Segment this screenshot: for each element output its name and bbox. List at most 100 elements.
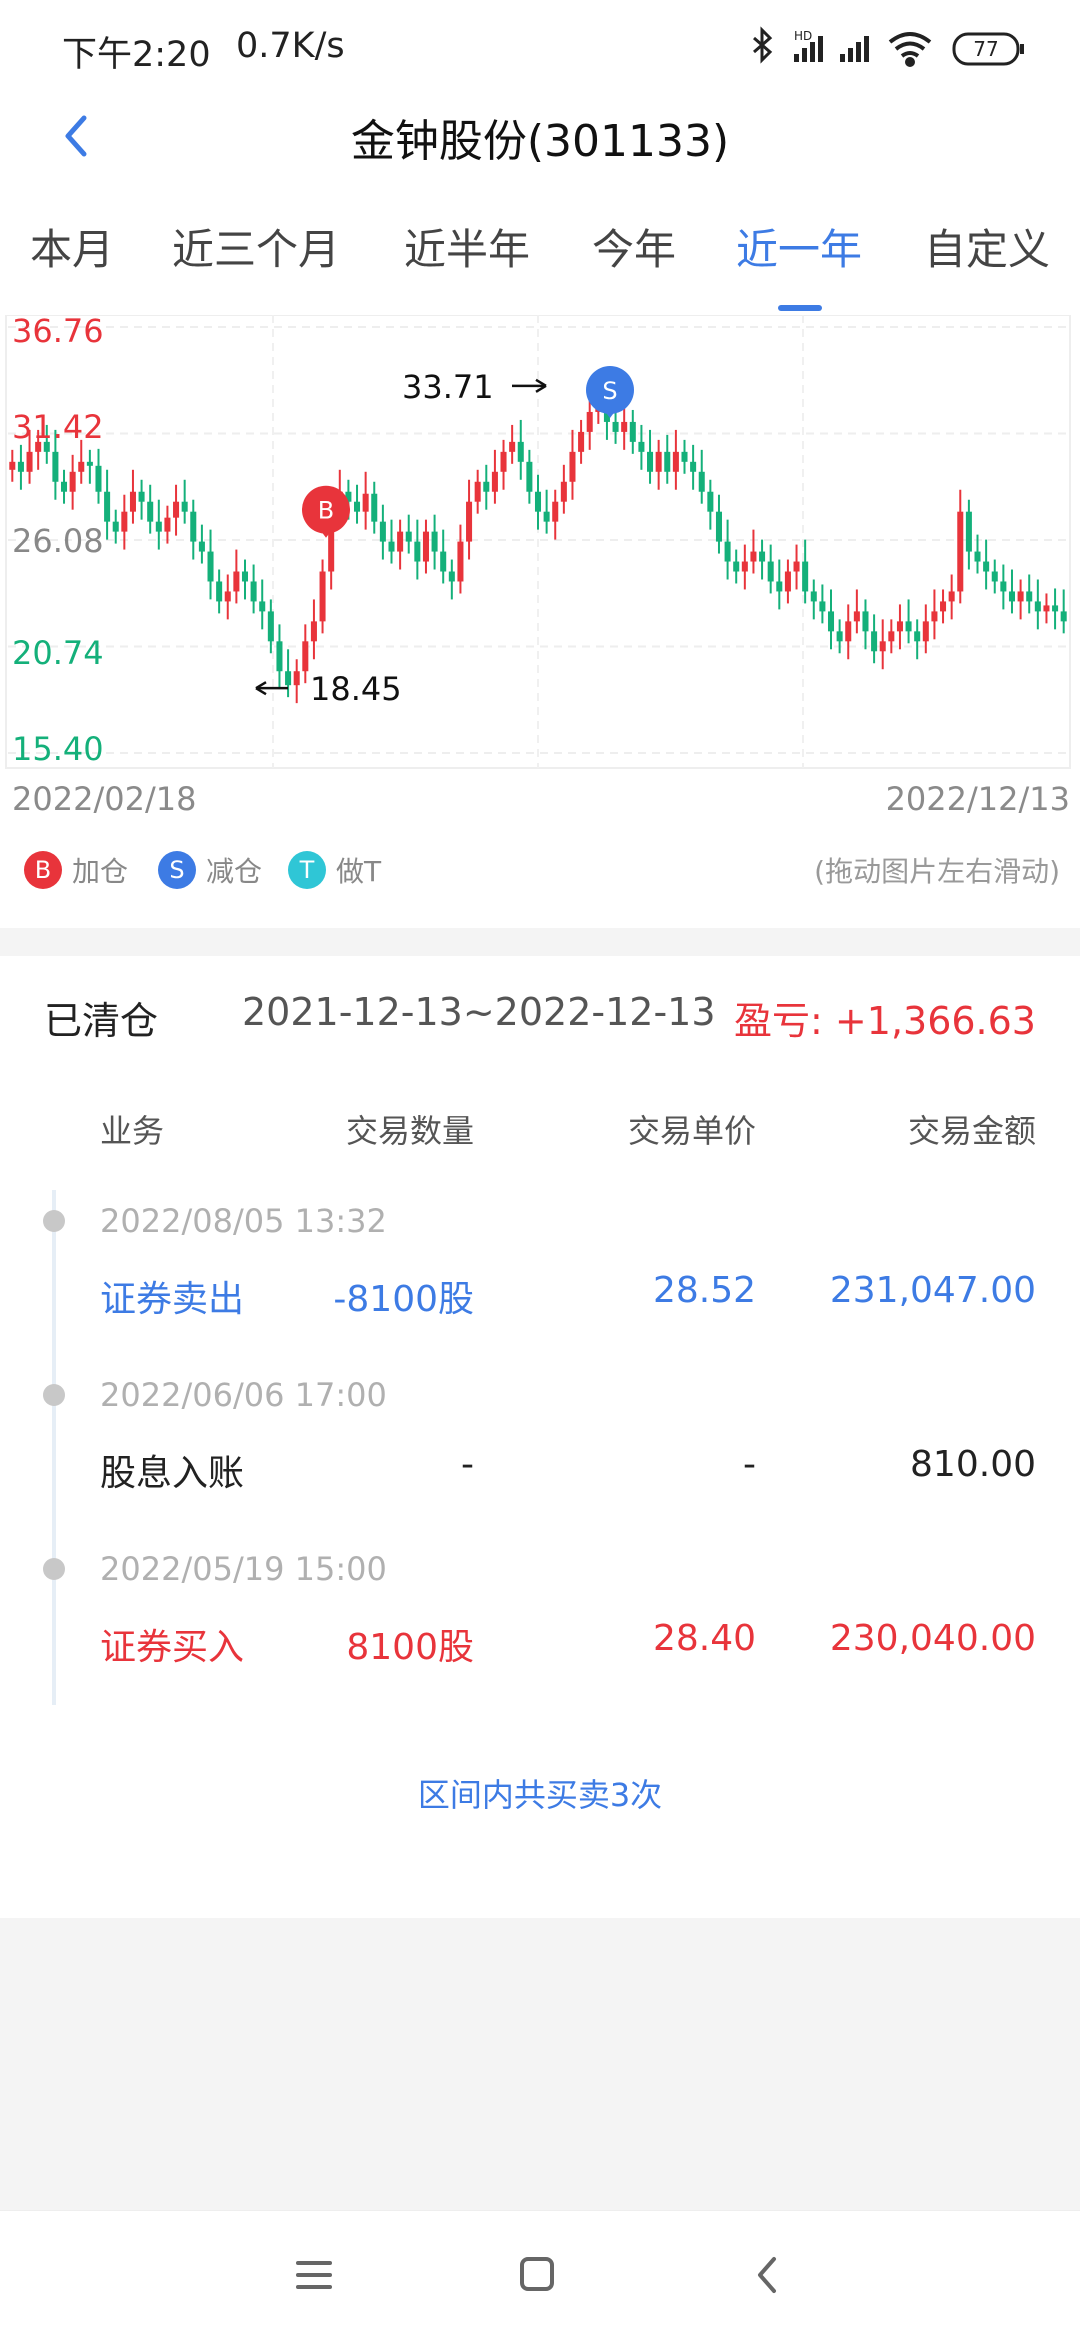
candle-body: [474, 481, 481, 502]
tab-this-year[interactable]: 今年: [592, 210, 676, 310]
candle-body: [466, 501, 473, 542]
candle-body: [78, 461, 85, 472]
candle-body: [276, 641, 283, 672]
battery-icon: 77: [952, 32, 1024, 66]
chart-start-date: 2022/02/18: [12, 780, 197, 818]
candle-body: [1034, 601, 1041, 612]
trade-amount: 231,047.00: [829, 1270, 1036, 1311]
candle-body: [310, 621, 317, 642]
candle-body: [1026, 591, 1033, 602]
candle-body: [1000, 581, 1007, 592]
col-header-quantity: 交易数量: [345, 1112, 474, 1150]
candle-body: [879, 641, 886, 652]
candle-body: [112, 521, 119, 532]
system-nav-bar: [0, 2210, 1080, 2341]
chart-end-date: 2022/12/13: [885, 780, 1070, 818]
candle-body: [224, 591, 231, 602]
legend-label: 做T: [336, 855, 382, 888]
signal-hd-icon: HD: [794, 29, 823, 62]
candle-body: [655, 451, 662, 472]
legend-label: 减仓: [206, 855, 263, 888]
candle-body: [638, 441, 645, 452]
price-chart[interactable]: 33.71 18.45 B S: [0, 314, 1080, 785]
buy-marker[interactable]: B: [302, 485, 350, 538]
candle-body: [810, 591, 817, 602]
candle-body: [388, 541, 395, 552]
candle-body: [827, 611, 835, 632]
candle-body: [448, 571, 455, 582]
candle-body: [896, 621, 903, 632]
trade-amount: 810.00: [910, 1444, 1036, 1485]
tab-custom[interactable]: 自定义: [924, 210, 1050, 310]
system-back-icon[interactable]: [758, 2257, 776, 2293]
trade-quantity: 8100股: [346, 1627, 474, 1668]
candle-body: [543, 511, 550, 522]
candle-body: [1060, 611, 1067, 622]
candle-body: [647, 451, 654, 472]
trade-amount: 230,040.00: [829, 1618, 1036, 1659]
candle-body: [690, 461, 697, 472]
candle-body: [750, 551, 757, 562]
candle-body: [845, 621, 852, 642]
candle-body: [784, 571, 791, 592]
candle-body: [957, 511, 964, 592]
candle-body: [578, 431, 585, 452]
tab-half-year[interactable]: 近半年: [404, 210, 530, 310]
candle-body: [698, 471, 705, 492]
candle-body: [940, 601, 947, 612]
trade-type: 证券买入: [100, 1627, 245, 1668]
candle-body: [155, 521, 162, 532]
candle-body: [991, 571, 998, 582]
candle-body: [560, 481, 567, 502]
candle-body: [707, 491, 714, 512]
legend-item-add: B 加仓: [24, 840, 128, 900]
candle-body: [61, 481, 68, 492]
position-status: 已清仓: [44, 999, 159, 1043]
tab-one-year[interactable]: 近一年: [736, 210, 862, 310]
candle-body: [922, 621, 929, 642]
candle-body: [431, 531, 438, 552]
trade-time: 2022/06/06 17:00: [100, 1376, 387, 1414]
candle-body: [379, 521, 386, 542]
candle-body: [534, 491, 542, 512]
candle-body: [733, 561, 740, 572]
candle-body: [776, 581, 783, 592]
candle-body: [95, 465, 102, 492]
day-trade-marker-icon: T: [288, 851, 326, 889]
candle-body: [483, 481, 490, 492]
svg-text:HD: HD: [794, 29, 812, 43]
candle-body: [198, 541, 205, 552]
sell-marker[interactable]: S: [586, 365, 634, 418]
candle-body: [793, 561, 800, 572]
reduce-position-marker-icon: S: [158, 851, 196, 889]
trade-quantity: -: [461, 1444, 474, 1485]
trade-count[interactable]: 区间内共买卖3次: [0, 1770, 1080, 1816]
candlestick-chart[interactable]: 33.71 18.45 B S: [0, 314, 1080, 785]
menu-icon[interactable]: [296, 2261, 332, 2289]
col-header-amount: 交易金额: [907, 1112, 1036, 1150]
period-tabs: 本月 近三个月 近半年 今年 近一年 自定义: [0, 210, 1080, 320]
tab-this-month[interactable]: 本月: [30, 210, 114, 310]
candle-body: [664, 451, 671, 472]
active-tab-indicator: [778, 305, 822, 311]
candle-body: [250, 581, 257, 602]
candle-body: [267, 611, 274, 642]
candle-body: [190, 511, 197, 542]
candle-body: [129, 491, 136, 512]
y-tick-label: 20.74: [12, 634, 104, 672]
candle-body: [147, 501, 154, 522]
candle-body: [362, 493, 369, 512]
tab-three-months[interactable]: 近三个月: [172, 210, 340, 310]
section-divider: [0, 928, 1080, 956]
legend-item-day-trade: T 做T: [288, 840, 381, 900]
candle-body: [509, 441, 516, 452]
home-icon[interactable]: [520, 2257, 554, 2291]
candle-body: [724, 541, 731, 562]
candle-body: [948, 591, 955, 602]
candle-body: [767, 561, 774, 582]
candle-body: [405, 531, 412, 542]
candle-body: [293, 671, 300, 686]
candle-body: [371, 493, 378, 522]
y-tick-label: 26.08: [12, 522, 104, 560]
candle-body: [853, 611, 860, 622]
